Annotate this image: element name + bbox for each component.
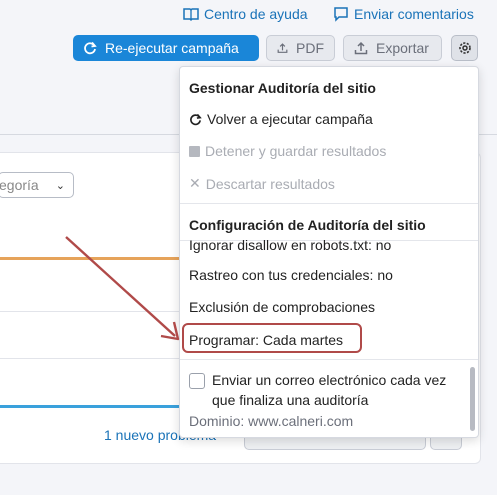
pdf-label: PDF (296, 40, 324, 56)
export-label: Exportar (376, 40, 429, 56)
category-select[interactable]: egoría ⌄ (0, 172, 74, 198)
rerun-campaign-label: Re-ejecutar campaña (105, 40, 239, 56)
settings-button[interactable] (451, 35, 478, 61)
discard-results-menu-label: Descartar resultados (205, 175, 335, 192)
stop-save-menu-item[interactable]: Detener y guardar resultados (189, 143, 386, 159)
manage-section-heading: Gestionar Auditoría del sitio (189, 80, 376, 96)
upload-icon (277, 43, 288, 53)
stop-icon (189, 145, 200, 157)
book-icon (183, 8, 199, 22)
refresh-icon (84, 41, 97, 55)
rerun-campaign-menu-label: Volver a ejecutar campaña (207, 111, 373, 127)
domain-label: Dominio: www.calneri.com (189, 413, 354, 429)
pdf-button[interactable]: PDF (266, 35, 335, 61)
export-button[interactable]: Exportar (343, 35, 442, 61)
robots-setting-item[interactable]: Ignorar disallow en robots.txt: no (189, 237, 391, 253)
stop-save-menu-label: Detener y guardar resultados (205, 143, 387, 159)
settings-dropdown-menu: Gestionar Auditoría del sitio Volver a e… (179, 66, 479, 438)
orange-trend-line (0, 257, 180, 260)
rerun-campaign-menu-item[interactable]: Volver a ejecutar campaña (189, 111, 373, 127)
schedule-highlight-box (182, 323, 362, 353)
refresh-icon (190, 113, 202, 125)
row-divider (0, 358, 180, 359)
help-center-label: Centro de ayuda (204, 6, 308, 22)
comment-icon (334, 7, 348, 22)
help-center-link[interactable]: Centro de ayuda (183, 6, 308, 22)
row-divider (0, 311, 180, 312)
menu-divider (180, 203, 478, 204)
email-notify-label-line2: que finaliza una auditoría (212, 392, 369, 408)
blue-trend-line (0, 405, 180, 408)
config-section-heading: Configuración de Auditoría del sitio (189, 217, 426, 233)
close-icon: ✕ (189, 175, 201, 191)
email-notify-label-line1: Enviar un correo electrónico cada vez (212, 372, 447, 388)
gear-icon (458, 42, 471, 54)
upload-icon (354, 41, 368, 55)
discard-results-menu-item[interactable]: ✕ Descartar resultados (189, 175, 335, 192)
credentials-setting-item[interactable]: Rastreo con tus credenciales: no (189, 267, 393, 283)
chevron-down-icon: ⌄ (55, 179, 65, 192)
send-feedback-link[interactable]: Enviar comentarios (333, 6, 474, 22)
menu-scrollbar[interactable] (470, 367, 475, 431)
send-feedback-label: Enviar comentarios (354, 6, 474, 22)
email-notify-checkbox[interactable] (189, 373, 205, 389)
check-exclusion-item[interactable]: Exclusión de comprobaciones (189, 299, 375, 315)
rerun-campaign-button[interactable]: Re-ejecutar campaña (73, 35, 259, 61)
category-select-value: egoría (0, 177, 39, 193)
menu-divider (180, 359, 478, 360)
